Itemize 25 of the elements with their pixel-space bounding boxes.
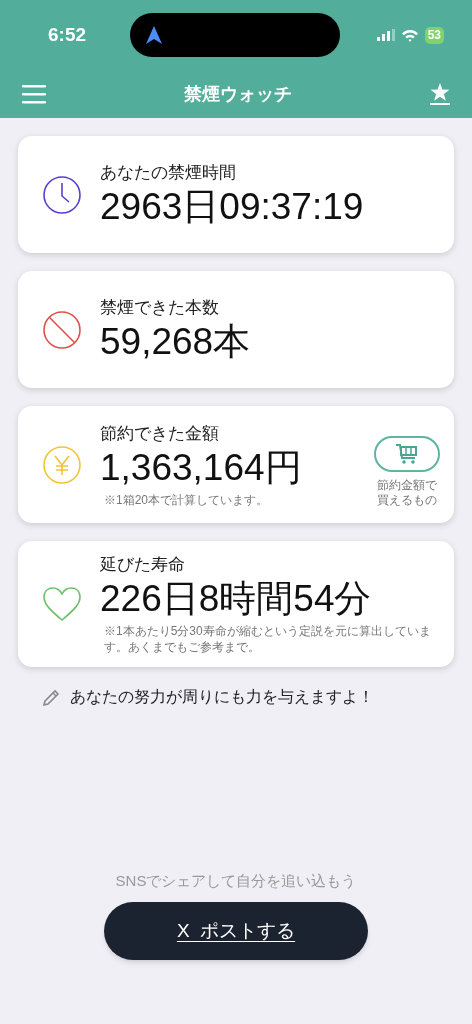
stat-value: 1,363,164円 [100, 445, 303, 490]
battery-indicator: 53 [424, 26, 444, 44]
footnote: ※1箱20本で計算しています。 [104, 491, 270, 508]
stat-value: 2963日09:37:19 [100, 184, 365, 229]
shop-button[interactable] [374, 435, 440, 472]
stat-label: 禁煙できた本数 [100, 296, 220, 319]
status-time: 6:52 [48, 22, 87, 47]
post-button[interactable]: X ポストする [104, 902, 368, 960]
star-icon[interactable] [430, 83, 450, 105]
location-arrow-icon [146, 26, 163, 44]
stat-label: 節約できた金額 [100, 422, 220, 445]
share-hint: SNSでシェアして自分を追い込もう [115, 870, 357, 891]
footnote: ※1本あたり5分30寿命が縮むという定説を元に算出しています。あくまでもご参考まで。 [104, 623, 432, 655]
stat-value: 59,268本 [100, 319, 252, 364]
stat-value: 226日8時間54分 [100, 577, 373, 621]
wifi-icon [400, 28, 419, 42]
cart-icon [395, 442, 419, 465]
shop-caption: 節約金額で買えるもの [376, 477, 438, 508]
signal-icon [376, 29, 395, 41]
menu-icon[interactable] [22, 84, 46, 104]
encouragement-message: あなたの努力が周りにも力を与えますよ！ [70, 687, 374, 707]
app-title: 禁煙ウォッチ [184, 82, 292, 106]
stat-label: 延びた寿命 [100, 554, 186, 576]
stat-label: あなたの禁煙時間 [100, 161, 237, 184]
pencil-icon [42, 687, 62, 707]
